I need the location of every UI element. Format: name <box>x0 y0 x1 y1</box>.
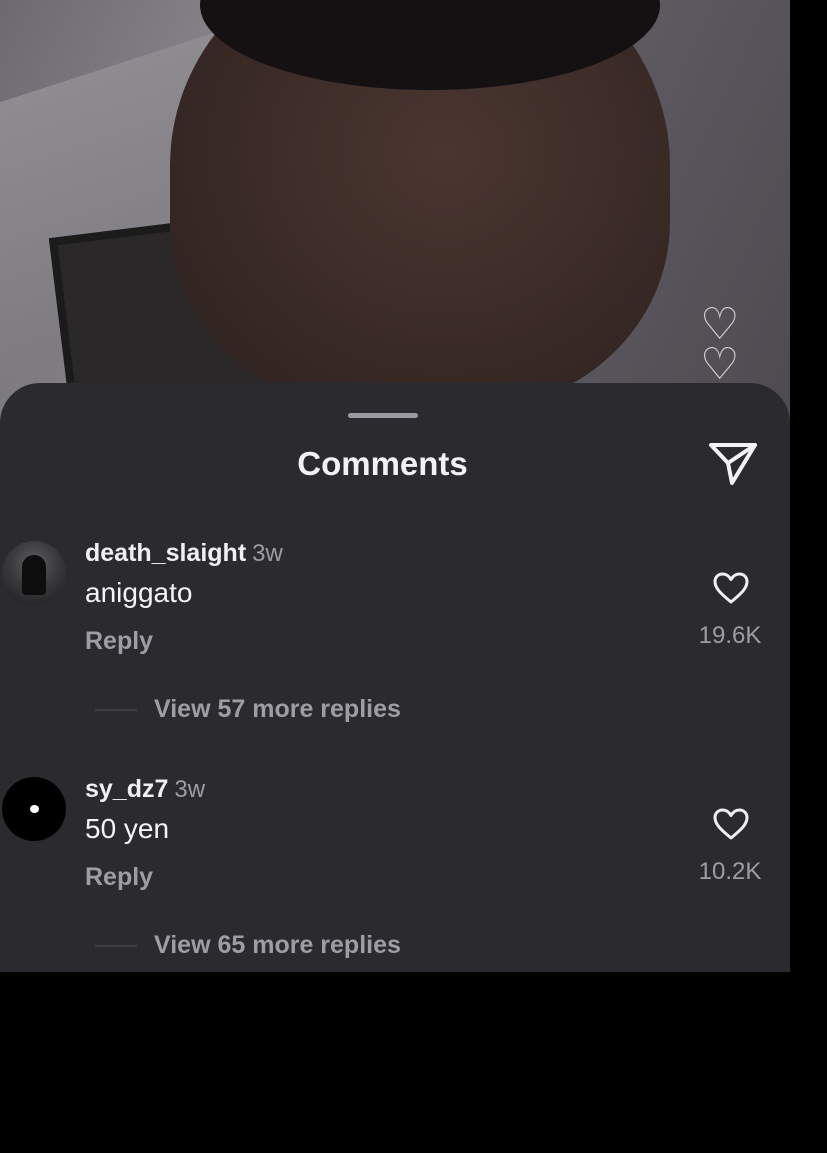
comment-item: sy_dz7 3w 50 yen Reply 10.2K View 65 more… <box>0 761 790 961</box>
sheet-drag-handle[interactable] <box>348 413 418 418</box>
floating-heart-icon: ♡ <box>700 300 740 349</box>
heart-outline-icon[interactable] <box>712 807 750 841</box>
avatar[interactable] <box>2 777 66 841</box>
comment-item: death_slaight 3w aniggato Reply 19.6K Vie… <box>0 525 790 725</box>
view-replies-label[interactable]: View 65 more replies <box>154 931 401 960</box>
floating-heart-icon: ♡ <box>700 340 740 389</box>
replies-divider-line <box>95 708 137 711</box>
comment-time: 3w <box>174 776 206 803</box>
reply-button[interactable]: Reply <box>85 863 153 892</box>
video-background[interactable]: ♡ ♡ <box>0 0 790 483</box>
view-replies-button[interactable]: View 65 more replies <box>95 931 401 960</box>
comment-text: 50 yen <box>85 813 170 844</box>
like-count: 19.6K <box>698 622 762 649</box>
sheet-title: Comments <box>297 445 468 482</box>
comment-time: 3w <box>252 540 283 567</box>
username-text[interactable]: death_slaight <box>85 539 246 567</box>
heart-outline-icon[interactable] <box>712 571 750 605</box>
send-icon[interactable] <box>708 441 758 487</box>
like-count: 10.2K <box>698 858 762 885</box>
comment-username[interactable]: death_slaight 3w <box>85 539 283 568</box>
avatar[interactable] <box>2 541 66 605</box>
comments-sheet: Comments death_slaight 3w aniggato Reply … <box>0 383 790 972</box>
comment-username[interactable]: sy_dz7 3w <box>85 775 205 804</box>
username-text[interactable]: sy_dz7 <box>85 775 168 803</box>
view-replies-label[interactable]: View 57 more replies <box>154 695 401 724</box>
floating-hearts: ♡ ♡ <box>700 300 760 395</box>
comment-text: aniggato <box>85 577 193 608</box>
reply-button[interactable]: Reply <box>85 627 153 656</box>
replies-divider-line <box>95 944 137 947</box>
app-screen: ♡ ♡ Comments death_slaight 3w aniggato Re… <box>0 0 790 972</box>
view-replies-button[interactable]: View 57 more replies <box>95 695 401 724</box>
